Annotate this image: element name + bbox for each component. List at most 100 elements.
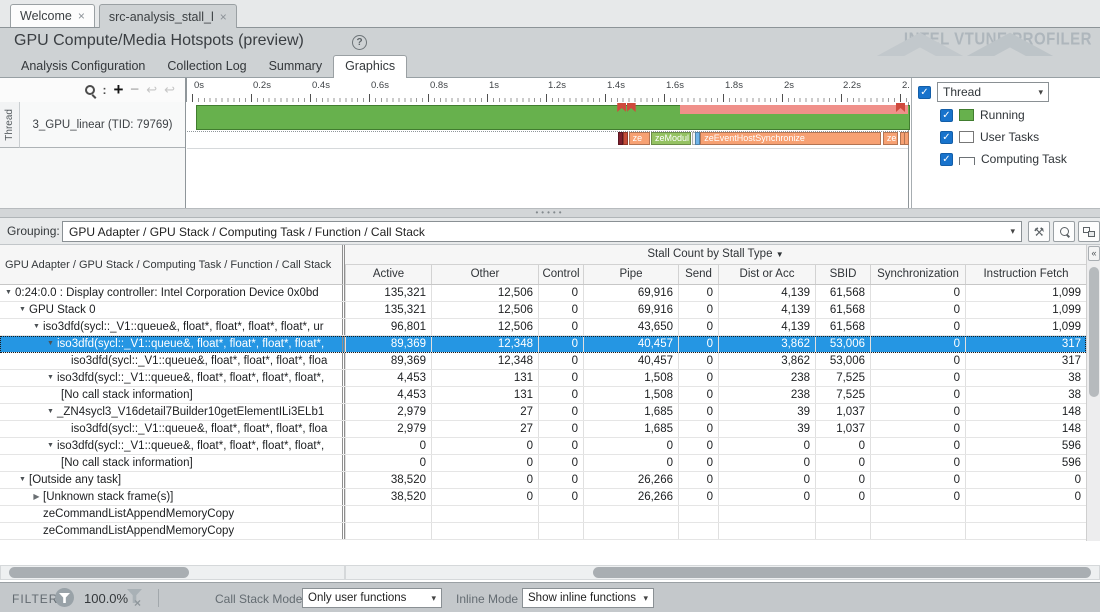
value-cell: 61,568 [815, 319, 870, 335]
value-cell: 0 [538, 438, 583, 454]
column-header[interactable]: Dist or Acc [718, 265, 815, 284]
legend-item-running: ✓ Running [940, 108, 1025, 122]
column-header[interactable]: Synchronization [870, 265, 965, 284]
computing-task-checkbox[interactable]: ✓ [940, 153, 953, 166]
tab-graphics[interactable]: Graphics [333, 55, 407, 78]
column-header[interactable]: Active [345, 265, 431, 284]
tab-welcome[interactable]: Welcome × [10, 4, 95, 27]
thread-row-border [187, 148, 908, 149]
filter-arrow-icon[interactable]: ▼ [776, 250, 784, 259]
tab-src-analysis[interactable]: src-analysis_stall_l × [99, 4, 237, 28]
value-cell: 7,525 [815, 370, 870, 386]
table-row[interactable]: zeCommandListAppendMemoryCopy [0, 523, 1086, 540]
table-row[interactable]: ▼[Outside any task]38,5200026,26600000 [0, 472, 1086, 489]
tab-src-analysis-label: src-analysis_stall_l [109, 10, 214, 24]
table-row[interactable]: [No call stack information]4,45313101,50… [0, 387, 1086, 404]
filterbar-divider [158, 589, 159, 607]
column-header[interactable]: Pipe [583, 265, 678, 284]
expander-icon[interactable]: ▼ [44, 438, 57, 454]
inline-mode-select[interactable]: Show inline functions ▾ [522, 588, 654, 608]
data-scrollbar-thumb[interactable] [593, 567, 1091, 578]
expander-icon[interactable]: ▼ [44, 336, 57, 352]
expander-icon[interactable]: ▼ [16, 302, 29, 318]
call-stack-mode-select[interactable]: Only user functions ▾ [302, 588, 442, 608]
grouping-select[interactable]: GPU Adapter / GPU Stack / Computing Task… [62, 221, 1022, 242]
value-cell [345, 506, 431, 522]
timeline-task[interactable]: zeEventHostSynchronize [700, 132, 881, 145]
table-row[interactable]: ▼iso3dfd(sycl::_V1::queue&, float*, floa… [0, 370, 1086, 387]
table-row[interactable]: ▼GPU Stack 0135,32112,506069,91604,13961… [0, 302, 1086, 319]
search-icon [1060, 227, 1069, 236]
column-header[interactable]: Other [431, 265, 538, 284]
pane-splitter[interactable]: ••••• [0, 208, 1100, 218]
table-row[interactable]: ▼iso3dfd(sycl::_V1::queue&, float*, floa… [0, 336, 1086, 353]
tab-summary[interactable]: Summary [258, 56, 333, 77]
table-row[interactable]: ▶[Unknown stack frame(s)]38,5200026,2660… [0, 489, 1086, 506]
undo-zoom-icon[interactable]: ↩ [164, 84, 175, 96]
help-icon[interactable]: ? [352, 35, 367, 50]
table-row[interactable]: ▼_ZN4sycl3_V16detail7Builder10getElement… [0, 404, 1086, 421]
legend-series-select[interactable]: Thread ▾ [937, 82, 1049, 102]
value-cell: 0 [815, 455, 870, 471]
chevron-down-icon: ▾ [1010, 226, 1015, 237]
timeline-chart[interactable]: zezeModulzeEventHostSynchronizeze [187, 102, 909, 208]
value-cell: 0 [538, 421, 583, 437]
timeline-task[interactable]: ze [883, 132, 898, 145]
user-tasks-checkbox[interactable]: ✓ [940, 131, 953, 144]
ruler-tick-label: 1.8s [725, 80, 743, 91]
column-header[interactable]: Control [538, 265, 583, 284]
tree-column-header[interactable]: GPU Adapter / GPU Stack / Computing Task… [0, 245, 345, 285]
running-checkbox[interactable]: ✓ [940, 109, 953, 122]
expander-icon[interactable]: ▼ [30, 319, 43, 335]
close-icon[interactable]: × [220, 10, 227, 24]
expander-icon[interactable]: ▼ [44, 370, 57, 386]
table-row[interactable]: zeCommandListAppendMemoryCopy [0, 506, 1086, 523]
row-label: [No call stack information] [61, 387, 193, 403]
thread-checkbox[interactable]: ✓ [918, 86, 931, 99]
table-row[interactable]: iso3dfd(sycl::_V1::queue&, float*, float… [0, 353, 1086, 370]
vertical-scrollbar-thumb[interactable] [1089, 267, 1099, 397]
table-row[interactable]: ▼0:24:0.0 : Display controller: Intel Co… [0, 285, 1086, 302]
column-header[interactable]: Instruction Fetch [965, 265, 1086, 284]
expander-icon[interactable]: ▼ [2, 285, 15, 301]
collapse-columns-button[interactable]: « [1088, 246, 1100, 261]
filter-funnel-icon[interactable] [55, 588, 74, 607]
column-header[interactable]: SBID [815, 265, 870, 284]
zoom-in-icon[interactable]: + [113, 83, 123, 97]
tab-collection-log[interactable]: Collection Log [156, 56, 257, 77]
value-cell: 0 [538, 404, 583, 420]
tab-analysis-configuration[interactable]: Analysis Configuration [10, 56, 156, 77]
zoom-to-selection-icon[interactable]: ↩ [146, 84, 157, 96]
timeline-task-marker[interactable] [623, 132, 628, 145]
table-row[interactable]: ▼iso3dfd(sycl::_V1::queue&, float*, floa… [0, 319, 1086, 336]
timeline-ruler[interactable]: 0s0.2s0.4s0.6s0.8s1s1.2s1.4s1.6s1.8s2s2.… [186, 78, 909, 102]
table-row[interactable]: iso3dfd(sycl::_V1::queue&, float*, float… [0, 421, 1086, 438]
expander-icon[interactable]: ▼ [16, 472, 29, 488]
expander-icon[interactable]: ▼ [44, 404, 57, 420]
tree-scrollbar-thumb[interactable] [9, 567, 189, 578]
customize-grouping-button[interactable]: ⚒ [1028, 221, 1050, 242]
zoom-magnifier-icon[interactable] [85, 85, 95, 95]
timeline-task[interactable]: ze [629, 132, 651, 145]
search-button[interactable] [1053, 221, 1075, 242]
expander-icon[interactable]: ▶ [30, 489, 43, 505]
column-header[interactable]: Send [678, 265, 718, 284]
value-cell: 0 [678, 472, 718, 488]
stall-type-span-header[interactable]: Stall Count by Stall Type ▼ [345, 245, 1086, 265]
table-row[interactable]: [No call stack information]00000000596 [0, 455, 1086, 472]
data-horizontal-scrollbar[interactable] [345, 565, 1100, 580]
tree-horizontal-scrollbar[interactable] [0, 565, 345, 580]
vertical-scrollbar[interactable]: « [1086, 245, 1100, 541]
table-row[interactable]: ▼iso3dfd(sycl::_V1::queue&, float*, floa… [0, 438, 1086, 455]
timeline-task[interactable]: zeModul [651, 132, 691, 145]
close-icon[interactable]: × [78, 9, 85, 23]
row-label: iso3dfd(sycl::_V1::queue&, float*, float… [71, 353, 327, 369]
timeline-task-marker[interactable] [904, 132, 909, 145]
value-cell: 61,568 [815, 302, 870, 318]
call-stack-view-button[interactable] [1078, 221, 1100, 242]
thread-row-label[interactable]: 3_GPU_linear (TID: 79769) [20, 102, 185, 148]
value-cell: 4,139 [718, 319, 815, 335]
zoom-out-icon[interactable]: − [130, 83, 139, 97]
clear-filter-x-icon[interactable]: × [134, 596, 141, 610]
span-header-label: Stall Count by Stall Type [647, 248, 772, 260]
